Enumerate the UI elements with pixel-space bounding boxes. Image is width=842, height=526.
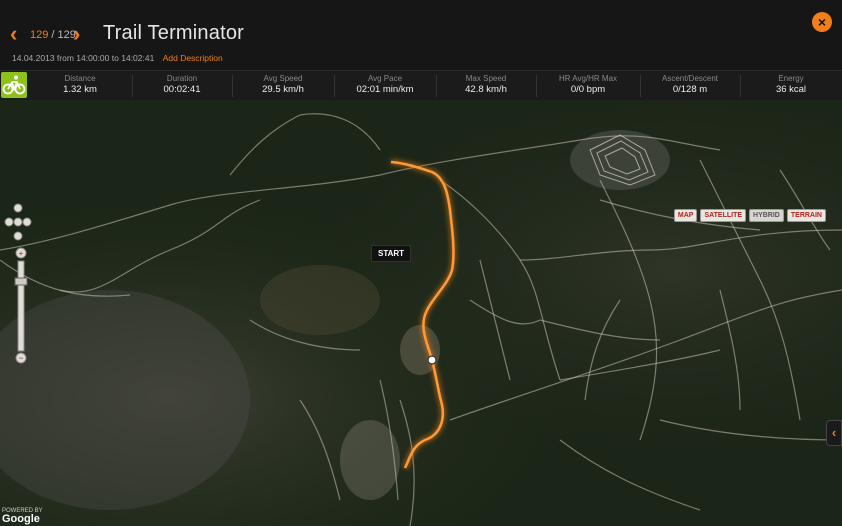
stat-value: 29.5 km/h [262, 84, 304, 95]
stat-value: 42.8 km/h [465, 84, 507, 95]
start-marker-label[interactable]: START [371, 245, 412, 262]
pan-right-icon [22, 217, 32, 227]
map-type-map-button[interactable]: MAP [673, 209, 698, 222]
position-marker[interactable] [427, 355, 437, 365]
end-time: 14:02:41 [121, 53, 155, 63]
svg-text:+: + [19, 249, 24, 258]
expand-panel-button[interactable]: ‹ [826, 420, 842, 446]
clearing-area [260, 265, 380, 335]
next-activity-button[interactable]: › [73, 22, 80, 46]
svg-text:−: − [18, 353, 23, 363]
pan-up-icon [13, 203, 23, 213]
clearing-area [340, 420, 400, 500]
to-label: to [111, 53, 119, 63]
map-type-hybrid-button[interactable]: HYBRID [749, 209, 784, 222]
zoom-slider-handle [14, 277, 28, 286]
stat-label: Avg Speed [263, 74, 303, 83]
activity-current-index: 129 [30, 29, 49, 41]
stat-ascent-descent: Ascent/Descent 0/128 m [641, 74, 739, 98]
stat-value: 00:02:41 [163, 84, 201, 95]
stat-label: Ascent/Descent [661, 74, 719, 83]
powered-by-google: POWERED BY Google [2, 508, 43, 525]
google-logo[interactable]: Google [2, 514, 43, 525]
bicycle-icon [2, 75, 26, 95]
stat-value: 36 kcal [775, 84, 807, 95]
stat-label: Energy [778, 74, 804, 83]
counter-separator: / [51, 29, 55, 41]
map-type-terrain-button[interactable]: TERRAIN [786, 209, 826, 222]
stat-value: 1.32 km [63, 84, 97, 95]
satellite-map-canvas[interactable] [0, 100, 842, 526]
stat-label: HR Avg/HR Max [558, 74, 618, 83]
close-button[interactable]: × [812, 12, 832, 32]
zoom-slider-track [17, 260, 25, 352]
stat-avg-pace: Avg Pace 02:01 min/km [335, 74, 435, 98]
stat-label: Max Speed [465, 74, 507, 83]
stat-label: Duration [166, 74, 198, 83]
stat-energy: Energy 36 kcal [741, 74, 841, 98]
map-navigation-icon[interactable]: + − [4, 203, 44, 373]
activity-header: ‹ 129 / 129 › Trail Terminator 14.04.201… [0, 0, 842, 70]
previous-activity-button[interactable]: ‹ [10, 22, 17, 46]
activity-title: Trail Terminator [103, 22, 245, 44]
map-type-satellite-button[interactable]: SATELLITE [700, 209, 747, 222]
stat-value: 0/0 bpm [570, 84, 606, 95]
pan-left-icon [4, 217, 14, 227]
add-description-link[interactable]: Add Description [163, 53, 223, 63]
pan-center-icon [13, 217, 23, 227]
stat-value: 0/128 m [672, 84, 708, 95]
map-type-controls: MAP SATELLITE HYBRID TERRAIN [671, 204, 826, 222]
stat-value: 02:01 min/km [356, 84, 414, 95]
stat-avg-speed: Avg Speed 29.5 km/h [233, 74, 333, 98]
stat-duration: Duration 00:02:41 [133, 74, 231, 98]
cycling-icon [1, 72, 27, 98]
activity-counter: 129 / 129 [30, 29, 76, 41]
stat-distance: Distance 1.32 km [30, 74, 130, 98]
stat-label: Avg Pace [367, 74, 403, 83]
start-time: 14:00:00 [76, 53, 110, 63]
stat-label: Distance [64, 74, 96, 83]
route-map[interactable]: START MAP SATELLITE HYBRID TERRAIN + − ‹ PO… [0, 100, 842, 526]
stats-bar: Distance 1.32 km Duration 00:02:41 Avg S… [0, 70, 842, 101]
stat-heart-rate: HR Avg/HR Max 0/0 bpm [537, 74, 639, 98]
pan-down-icon [13, 231, 23, 241]
activity-date: 14.04.2013 [12, 53, 55, 63]
stat-max-speed: Max Speed 42.8 km/h [437, 74, 535, 98]
activity-time-range: 14.04.2013 from 14:00:00 to 14:02:41 Add… [12, 53, 223, 63]
from-label: from [56, 53, 74, 63]
